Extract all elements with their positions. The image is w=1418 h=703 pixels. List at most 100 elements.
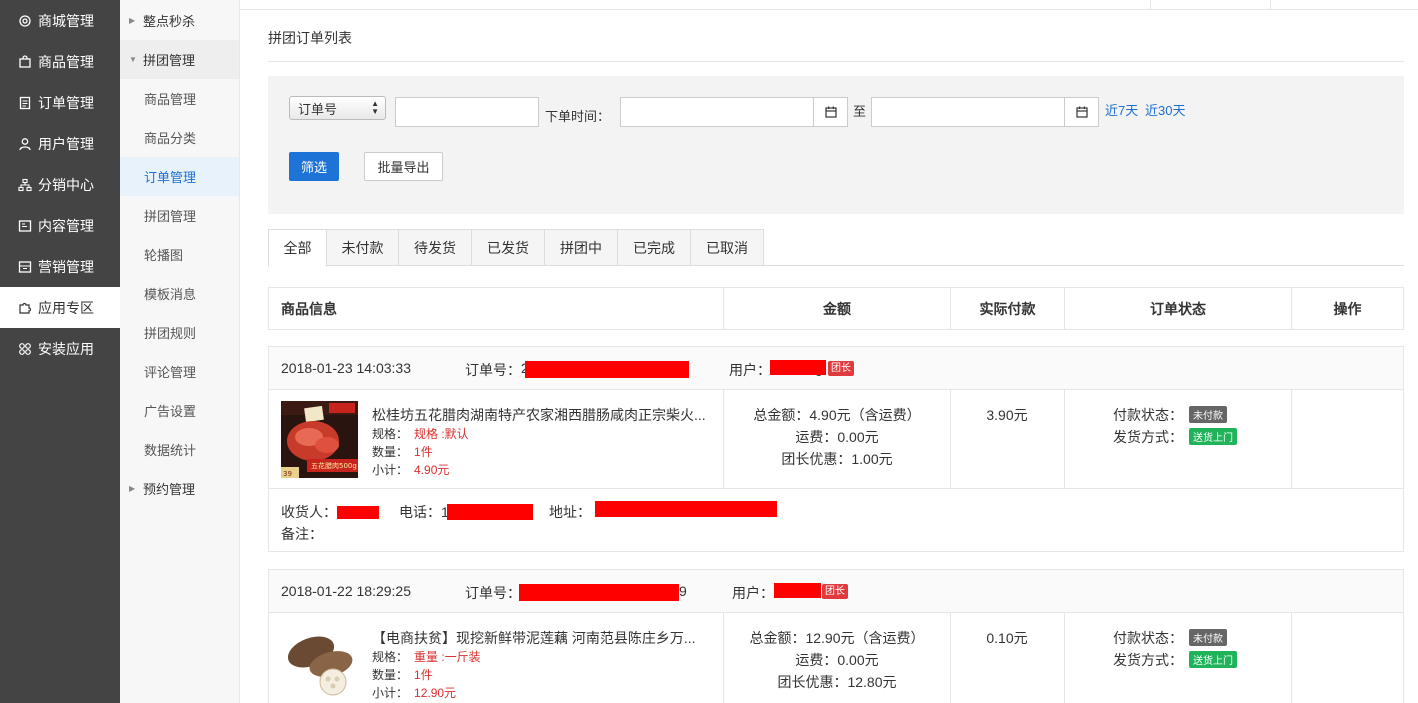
order-card: 2018-01-23 14:03:33 订单号： 2 用户： g 团长 [268,346,1404,552]
submenu-item-group-manage[interactable]: 拼团管理 [120,196,239,235]
product-thumbnail: 五花腊肉500g 39 [281,401,358,478]
sidebar-item-label: 商城管理 [38,12,94,29]
submenu-label: 评论管理 [144,365,197,380]
submenu-item-stats[interactable]: 数据统计 [120,430,239,469]
qty-value: 1件 [414,668,433,682]
subtotal-value: 12.90元 [414,686,457,700]
submenu-group-group-buy[interactable]: ▼ 拼团管理 [120,40,239,79]
main-sidebar: 商城管理 商品管理 订单管理 用户管理 分销中心 内容管理 营销管理 应用专区 … [0,0,120,703]
sidebar-item-distribution[interactable]: 分销中心 [0,164,120,205]
sidebar-item-content[interactable]: 内容管理 [0,205,120,246]
submenu-item-comments[interactable]: 评论管理 [120,352,239,391]
sidebar-item-label: 商品管理 [38,53,94,70]
bulk-export-button[interactable]: 批量导出 [364,152,443,181]
tab-grouping[interactable]: 拼团中 [545,229,618,266]
total-amount: 总金额：12.90元（含运费） [724,628,950,648]
submenu-item-template-msg[interactable]: 模板消息 [120,274,239,313]
pay-status-label: 付款状态： [1113,407,1183,423]
submenu-item-orders[interactable]: 订单管理 [120,157,239,196]
ship-method-label: 发货方式： [1113,429,1183,445]
subtotal-label: 小计： [372,686,409,700]
start-date-wrap [620,97,848,127]
submenu-label: 商品管理 [144,92,197,107]
actual-paid: 0.10元 [986,630,1028,646]
search-field-select[interactable]: 订单号 ▲ ▼ [289,96,386,120]
puzzle-icon [18,301,32,315]
pay-status: 付款状态： 未付款 [1113,628,1227,648]
product-subtotal: 小计： 4.90元 [372,461,449,478]
calendar-icon[interactable] [813,98,847,126]
product-title[interactable]: 松桂坊五花腊肉湖南特产农家湘西腊肠咸肉正宗柴火... [372,405,717,425]
top-bar-divider [1270,0,1271,10]
unpaid-badge: 未付款 [1189,629,1227,646]
tab-completed[interactable]: 已完成 [618,229,691,266]
end-date-wrap [871,97,1099,127]
submenu-item-carousel[interactable]: 轮播图 [120,235,239,274]
total-value: 12.90元（含运费） [805,630,925,646]
spec-label: 规格： [372,650,409,664]
product-title[interactable]: 【电商扶贫】现挖新鲜带泥莲藕 河南范县陈庄乡万... [372,628,717,648]
leader-badge: 团长 [822,584,848,599]
pay-status-label: 付款状态： [1113,630,1183,646]
filter-button[interactable]: 筛选 [289,152,339,181]
order-time: 2018-01-23 14:03:33 [281,360,411,376]
sidebar-item-apps[interactable]: 应用专区 [0,287,120,328]
sidebar-item-install[interactable]: 安装应用 [0,328,120,369]
sidebar-item-label: 订单管理 [38,94,94,111]
sidebar-item-orders[interactable]: 订单管理 [0,82,120,123]
subtotal-value: 4.90元 [414,463,450,477]
phone-label: 电话： [399,504,441,520]
product-qty: 数量： 1件 [372,443,433,460]
user-icon [18,137,32,151]
redaction-bar [770,360,826,375]
submenu-label: 整点秒杀 [143,13,196,29]
submenu-label: 拼团管理 [143,53,196,68]
caret-down-icon: ▼ [129,55,137,64]
tab-unpaid[interactable]: 未付款 [327,229,399,266]
submenu-item-products[interactable]: 商品管理 [120,79,239,118]
sidebar-item-marketing[interactable]: 营销管理 [0,246,120,287]
total-label: 总金额： [749,630,806,646]
sidebar-item-users[interactable]: 用户管理 [0,123,120,164]
receiver-line: 收货人： [281,502,337,522]
header-product-info: 商品信息 [281,300,337,317]
order-header: 2018-01-23 14:03:33 订单号： 2 用户： g 团长 [269,347,1403,390]
tab-to-ship[interactable]: 待发货 [399,229,472,266]
last-7-days-link[interactable]: 近7天 [1105,100,1138,119]
divider [268,61,1404,62]
sidebar-item-products[interactable]: 商品管理 [0,41,120,82]
sidebar-item-mall[interactable]: 商城管理 [0,0,120,41]
tab-all[interactable]: 全部 [268,229,327,267]
last-30-days-link[interactable]: 近30天 [1145,100,1185,119]
submenu-group-reservation[interactable]: ▶ 预约管理 [120,469,239,508]
caret-right-icon: ▶ [129,484,136,493]
leader-discount: 团长优惠：1.00元 [724,449,950,469]
sidebar-item-label: 内容管理 [38,217,94,234]
table-header: 商品信息 金额 实际付款 订单状态 操作 [268,287,1404,330]
keyword-input[interactable] [396,98,538,126]
header-actions: 操作 [1333,300,1362,317]
spec-value: 重量 :一斤装 [414,650,481,664]
discount-value: 1.00元 [851,451,893,467]
submenu-item-group-rules[interactable]: 拼团规则 [120,313,239,352]
user-label: 用户： [729,362,771,378]
tab-shipped[interactable]: 已发货 [472,229,545,266]
order-no-label: 订单号： [465,585,521,601]
column-divider [1064,613,1065,703]
submenu-item-ads[interactable]: 广告设置 [120,391,239,430]
submenu-item-categories[interactable]: 商品分类 [120,118,239,157]
submenu-label: 预约管理 [143,482,196,497]
phone-line: 电话：1 [399,502,449,522]
thumb-text: 五花腊肉500g [311,461,357,470]
redaction-bar [337,506,379,519]
submenu-label: 轮播图 [144,248,184,263]
apps-icon [18,342,32,356]
ship-badge: 送货上门 [1189,428,1237,445]
thumb-text: 39 [283,470,292,478]
calendar-icon[interactable] [1064,98,1098,126]
redaction-bar [595,501,777,517]
submenu-group-flash-sale[interactable]: ▶ 整点秒杀 [120,0,239,40]
order-no-value: 9 [679,583,687,599]
tab-cancelled[interactable]: 已取消 [691,229,764,266]
product-spec: 规格： 规格 :默认 [372,425,469,442]
